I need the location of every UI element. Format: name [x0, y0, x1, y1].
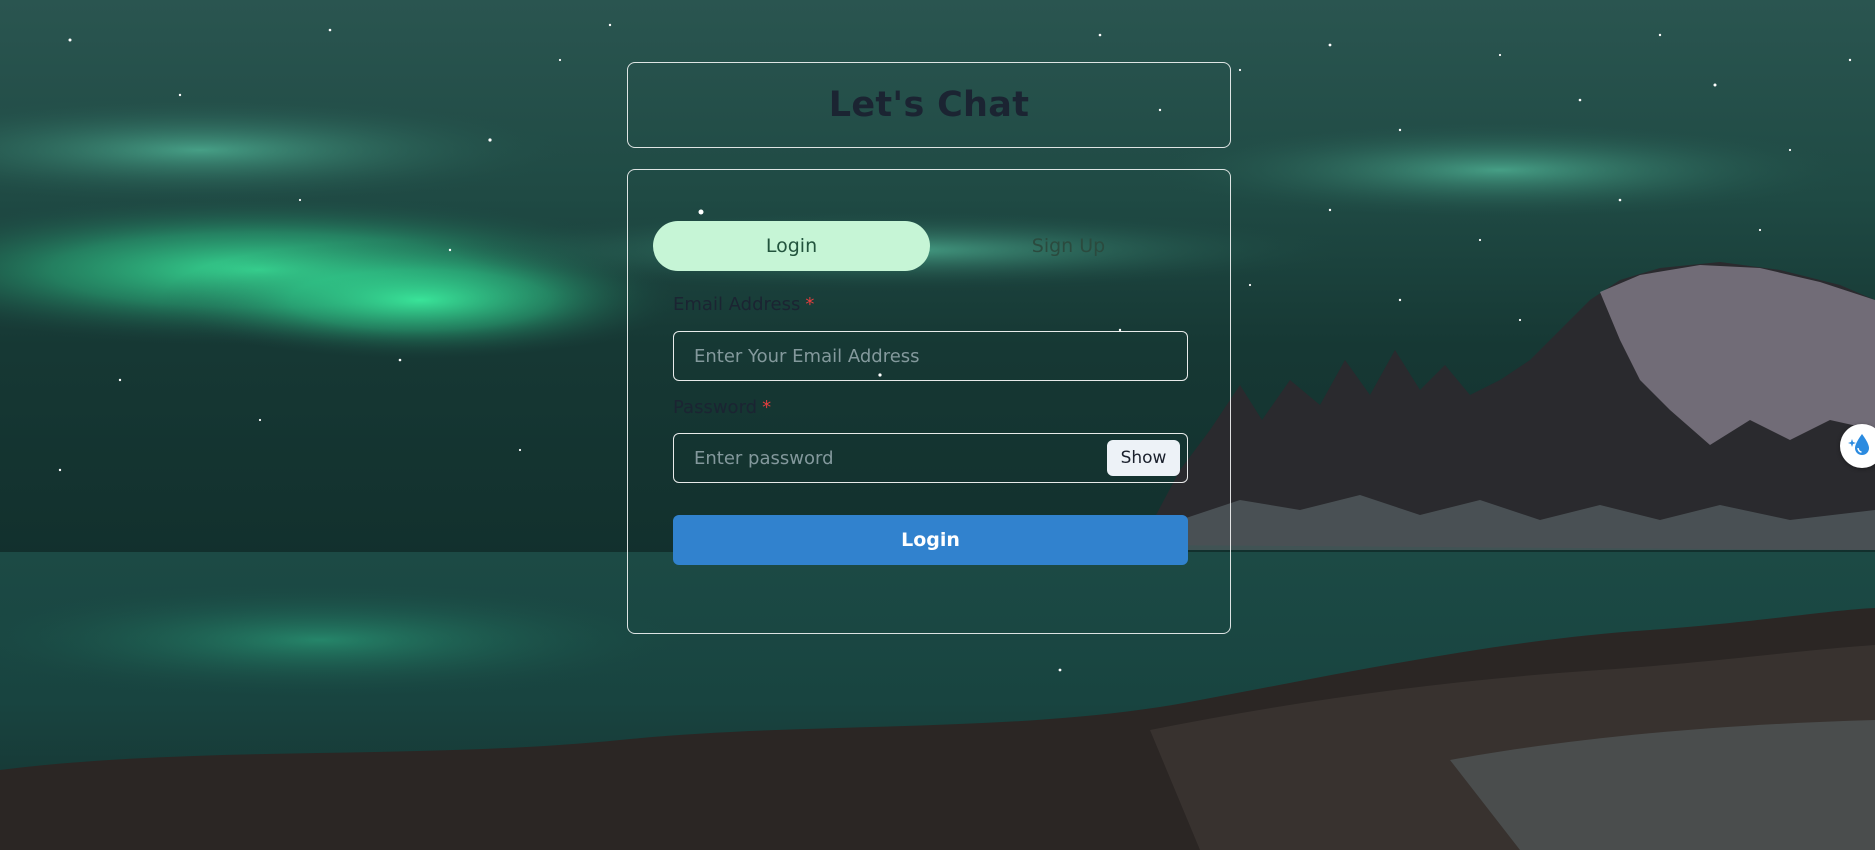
tab-login[interactable]: Login [653, 221, 930, 271]
email-field-wrapper [673, 331, 1188, 381]
water-drop-sparkle-icon [1846, 430, 1874, 463]
required-asterisk: * [762, 397, 772, 418]
show-password-button[interactable]: Show [1107, 440, 1180, 476]
login-submit-button[interactable]: Login [673, 515, 1188, 565]
email-label-text: Email Address [673, 294, 801, 315]
tab-sign-up[interactable]: Sign Up [930, 221, 1207, 271]
extension-button[interactable] [1840, 424, 1875, 468]
email-input[interactable] [674, 332, 1187, 380]
required-asterisk: * [805, 294, 815, 315]
email-label: Email Address * [673, 294, 814, 315]
password-label: Password * [673, 397, 771, 418]
password-label-text: Password [673, 397, 758, 418]
auth-tabs: Login Sign Up [653, 221, 1208, 271]
auth-form-card: Login Sign Up Email Address* Password* S… [627, 169, 1231, 634]
password-field-wrapper: Show [673, 433, 1188, 483]
app-title-card: Let's Chat [627, 62, 1231, 148]
app-title: Let's Chat [828, 85, 1030, 125]
